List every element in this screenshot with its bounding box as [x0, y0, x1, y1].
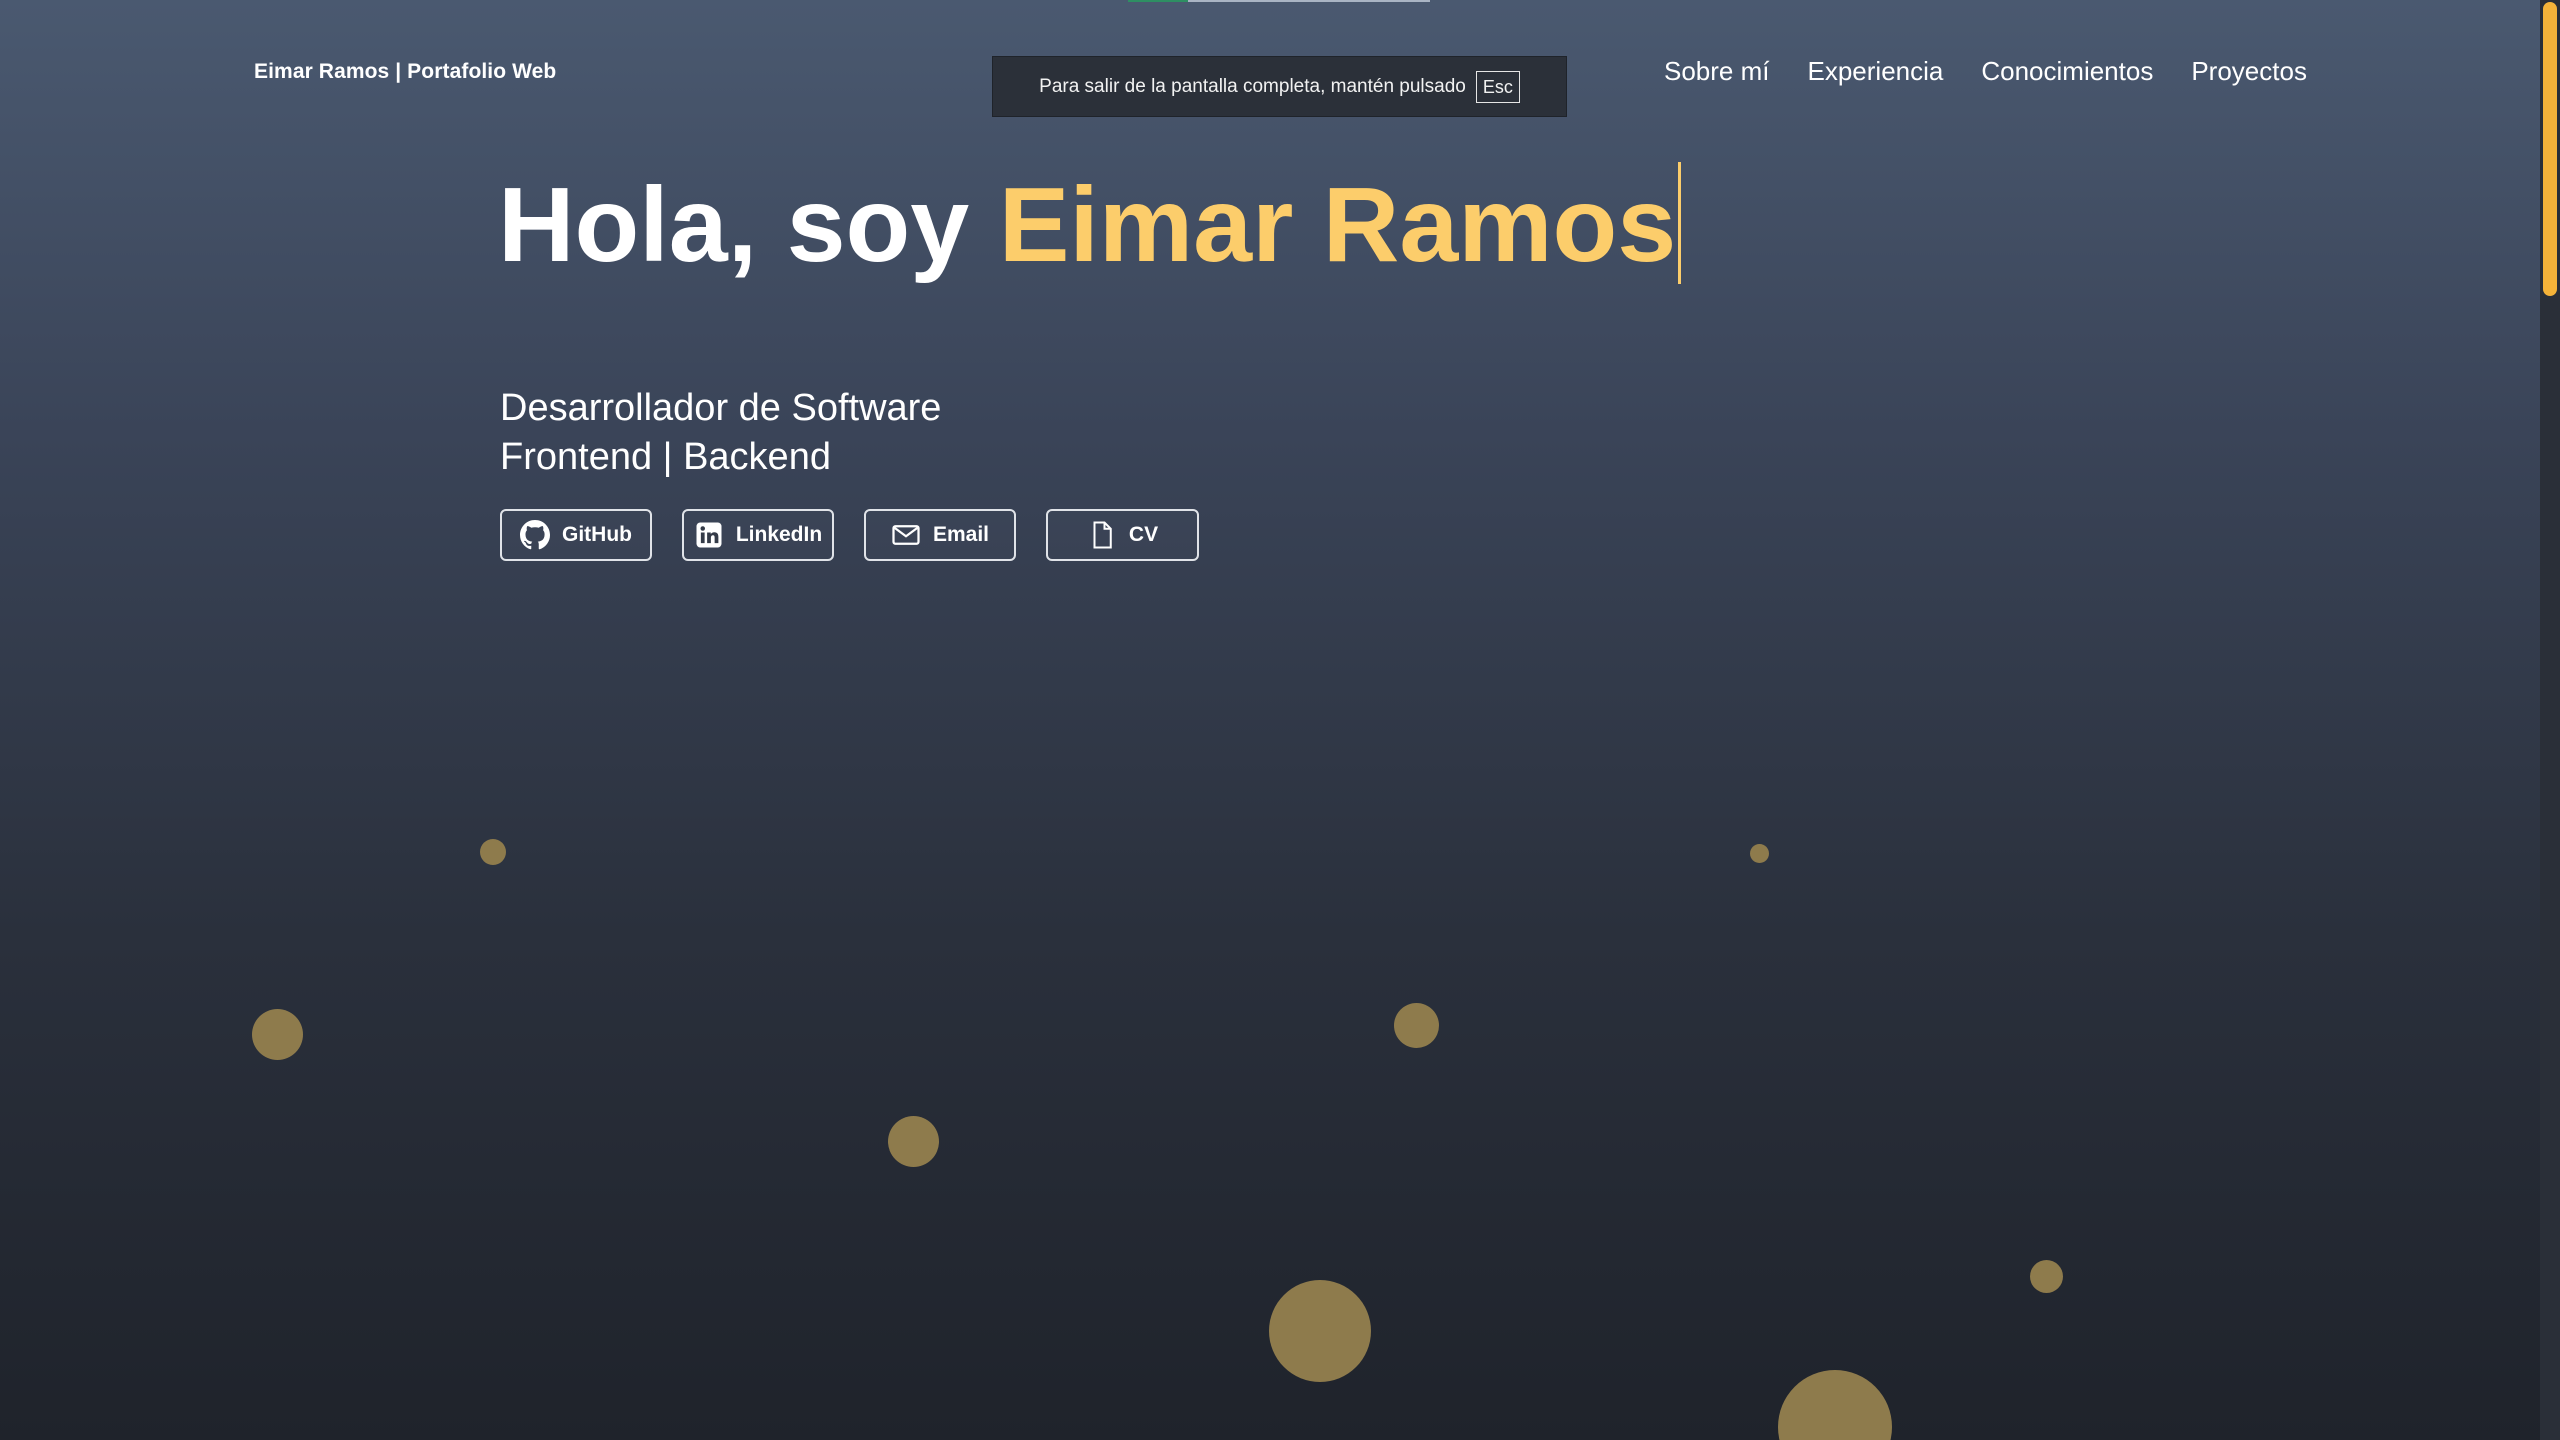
email-button[interactable]: Email	[864, 509, 1016, 561]
linkedin-label: LinkedIn	[735, 523, 823, 546]
loading-strip	[1128, 0, 1430, 2]
decorative-bubble	[1778, 1370, 1892, 1440]
nav-link-conocimientos[interactable]: Conocimientos	[1981, 56, 2153, 87]
linkedin-button[interactable]: LinkedIn	[682, 509, 834, 561]
nav-link-experiencia[interactable]: Experiencia	[1808, 56, 1944, 87]
decorative-bubble	[480, 839, 506, 865]
page: Eimar Ramos | Portafolio Web Sobre mí Ex…	[0, 0, 2540, 1440]
mail-icon	[892, 525, 920, 545]
hero-greeting: Hola, soy	[498, 166, 970, 284]
decorative-bubble	[1750, 844, 1769, 863]
typing-caret	[1678, 162, 1682, 284]
decorative-bubble	[888, 1116, 939, 1167]
decorative-bubble	[1269, 1280, 1371, 1382]
site-brand[interactable]: Eimar Ramos | Portafolio Web	[254, 60, 556, 84]
nav-link-sobre-mi[interactable]: Sobre mí	[1664, 56, 1770, 87]
decorative-bubble	[1394, 1003, 1439, 1048]
linkedin-icon	[696, 522, 722, 548]
github-label: GitHub	[562, 523, 632, 546]
github-button[interactable]: GitHub	[500, 509, 652, 561]
cv-label: CV	[1128, 523, 1159, 546]
page-scrollbar[interactable]	[2540, 0, 2560, 1440]
social-links: GitHub LinkedIn Email CV	[500, 509, 1229, 561]
hero-role: Desarrollador de Software Frontend | Bac…	[500, 384, 941, 482]
email-label: Email	[932, 523, 990, 546]
toast-message: Para salir de la pantalla completa, mant…	[1039, 75, 1466, 97]
toast-key: Esc	[1475, 70, 1520, 103]
fullscreen-toast: Para salir de la pantalla completa, mant…	[992, 56, 1567, 117]
loading-strip-fill	[1128, 0, 1188, 2]
cv-button[interactable]: CV	[1046, 509, 1199, 561]
scrollbar-thumb[interactable]	[2543, 2, 2557, 296]
decorative-bubble	[252, 1009, 303, 1060]
main-nav: Sobre mí Experiencia Conocimientos Proye…	[1664, 56, 2307, 87]
role-line-2: Frontend | Backend	[500, 436, 831, 478]
decorative-bubble	[2030, 1260, 2063, 1293]
role-line-1: Desarrollador de Software	[500, 387, 942, 429]
file-icon	[1093, 521, 1112, 549]
hero-title: Hola, soy Eimar Ramos	[498, 160, 1682, 290]
github-icon	[520, 520, 550, 550]
hero-name: Eimar Ramos	[998, 166, 1677, 284]
nav-link-proyectos[interactable]: Proyectos	[2191, 56, 2307, 87]
